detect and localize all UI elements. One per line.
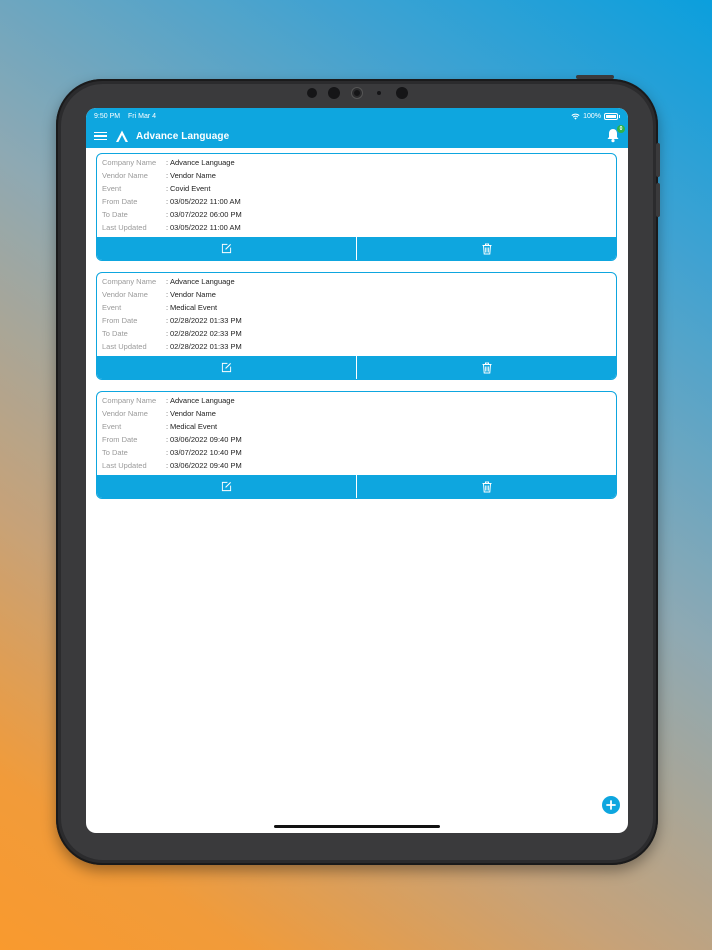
- status-date: Fri Mar 4: [128, 112, 157, 120]
- field-label: Vendor Name: [102, 409, 148, 418]
- field-label: Last Updated: [102, 461, 147, 470]
- to-date-value: 03/07/2022 10:40 PM: [170, 448, 242, 457]
- company-value: Advance Language: [170, 158, 235, 167]
- event-value: Covid Event: [170, 184, 211, 193]
- event-list: Company Name: Advance Language Vendor Nam…: [86, 148, 628, 499]
- trash-icon: [482, 481, 492, 492]
- event-card: Company Name: Advance Language Vendor Nam…: [96, 153, 617, 261]
- battery-icon: [604, 112, 620, 120]
- field-label: Company Name: [102, 277, 157, 286]
- wifi-icon: [571, 113, 580, 120]
- edit-button[interactable]: [97, 475, 356, 498]
- home-indicator: [274, 825, 440, 828]
- delete-button[interactable]: [357, 356, 616, 379]
- last-updated-value: 03/06/2022 09:40 PM: [170, 461, 242, 470]
- camera-sensor-3: [396, 87, 408, 99]
- battery-percent: 100%: [583, 112, 601, 120]
- event-card: Company Name: Advance Language Vendor Nam…: [96, 391, 617, 499]
- vendor-value: Vendor Name: [170, 290, 216, 299]
- camera-sensor-2: [328, 87, 340, 99]
- camera-lens: [352, 88, 362, 98]
- status-time: 9:50 PM: [94, 112, 121, 120]
- event-card: Company Name: Advance Language Vendor Nam…: [96, 272, 617, 380]
- field-label: Last Updated: [102, 342, 147, 351]
- edit-icon: [221, 243, 231, 254]
- field-label: To Date: [102, 448, 128, 457]
- edit-button[interactable]: [97, 356, 356, 379]
- volume-up-button: [656, 143, 660, 177]
- field-label: Last Updated: [102, 223, 147, 232]
- to-date-value: 02/28/2022 02:33 PM: [170, 329, 242, 338]
- edit-button[interactable]: [97, 237, 356, 260]
- event-value: Medical Event: [170, 303, 218, 312]
- trash-icon: [482, 243, 492, 254]
- card-actions: [97, 237, 616, 260]
- add-event-button[interactable]: [602, 796, 620, 814]
- edit-icon: [221, 362, 231, 373]
- event-value: Medical Event: [170, 422, 218, 431]
- card-actions: [97, 475, 616, 498]
- delete-button[interactable]: [357, 237, 616, 260]
- field-label: From Date: [102, 316, 138, 325]
- field-label: To Date: [102, 329, 128, 338]
- field-label: Company Name: [102, 158, 157, 167]
- card-actions: [97, 356, 616, 379]
- app-title: Advance Language: [136, 130, 230, 142]
- trash-icon: [482, 362, 492, 373]
- volume-down-button: [656, 183, 660, 217]
- from-date-value: 03/06/2022 09:40 PM: [170, 435, 242, 444]
- edit-icon: [221, 481, 231, 492]
- field-label: Vendor Name: [102, 290, 148, 299]
- vendor-value: Vendor Name: [170, 409, 216, 418]
- field-label: Event: [102, 184, 122, 193]
- field-label: From Date: [102, 435, 138, 444]
- field-label: From Date: [102, 197, 138, 206]
- camera-dot: [377, 91, 381, 95]
- to-date-value: 03/07/2022 06:00 PM: [170, 210, 242, 219]
- app-screen: 9:50 PM Fri Mar 4 100% Advance Language …: [86, 108, 628, 833]
- field-label: Vendor Name: [102, 171, 148, 180]
- status-bar: 9:50 PM Fri Mar 4 100%: [86, 108, 628, 124]
- field-label: To Date: [102, 210, 128, 219]
- app-logo: [116, 130, 128, 142]
- last-updated-value: 02/28/2022 01:33 PM: [170, 342, 242, 351]
- vendor-value: Vendor Name: [170, 171, 216, 180]
- camera-sensor-1: [307, 88, 317, 98]
- from-date-value: 03/05/2022 11:00 AM: [170, 197, 241, 206]
- field-label: Event: [102, 422, 122, 431]
- company-value: Advance Language: [170, 396, 235, 405]
- field-label: Event: [102, 303, 122, 312]
- hamburger-menu-icon[interactable]: [94, 131, 107, 141]
- top-app-bar: Advance Language 0: [86, 124, 628, 148]
- field-label: Company Name: [102, 396, 157, 405]
- power-button: [576, 75, 614, 79]
- notification-badge: 0: [617, 125, 625, 133]
- last-updated-value: 03/05/2022 11:00 AM: [170, 223, 241, 232]
- delete-button[interactable]: [357, 475, 616, 498]
- from-date-value: 02/28/2022 01:33 PM: [170, 316, 242, 325]
- plus-icon: [606, 800, 616, 810]
- company-value: Advance Language: [170, 277, 235, 286]
